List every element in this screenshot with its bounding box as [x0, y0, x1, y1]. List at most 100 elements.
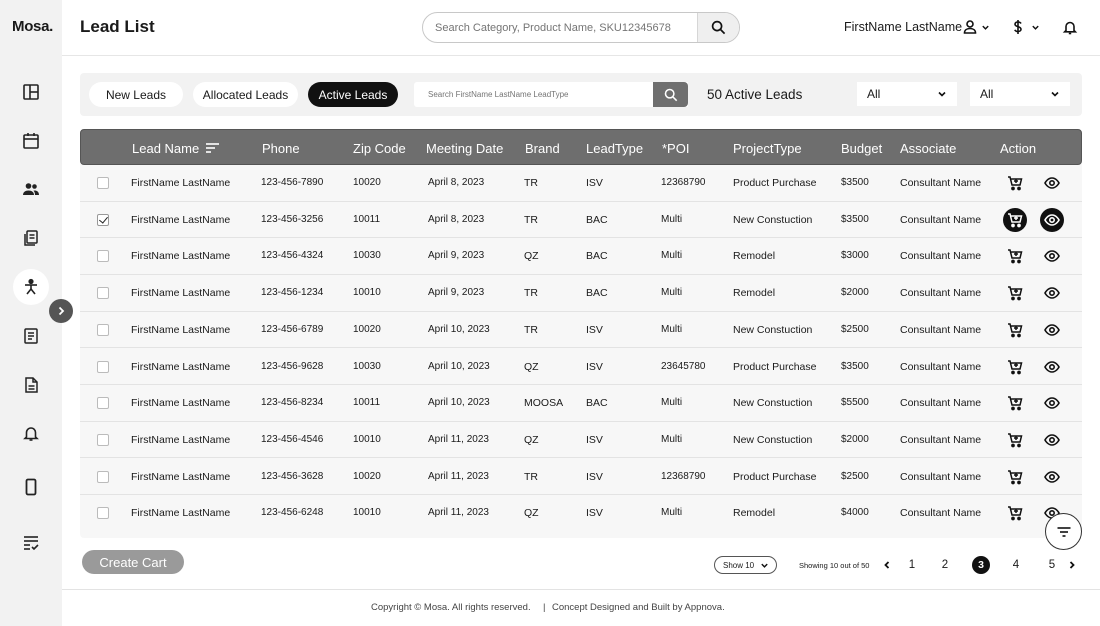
table-row[interactable]: FirstName LastName 123-456-6248 10010 April…: [80, 495, 1082, 532]
lead-table: Lead Name Phone Zip Code Meeting Date Br…: [80, 129, 1082, 538]
tab-new-leads[interactable]: New Leads: [89, 82, 183, 107]
list-icon[interactable]: [16, 321, 46, 351]
add-to-cart-button[interactable]: [1003, 391, 1027, 415]
cell-name: FirstName LastName: [131, 323, 231, 336]
filter-select-2-value: All: [980, 87, 994, 101]
row-checkbox[interactable]: [97, 360, 109, 373]
lead-toolbar: New Leads Allocated Leads Active Leads 5…: [80, 73, 1082, 116]
global-search-input[interactable]: [423, 13, 698, 42]
people-icon[interactable]: [16, 174, 46, 204]
view-lead-button[interactable]: [1040, 355, 1064, 379]
row-checkbox[interactable]: [97, 397, 109, 410]
table-row[interactable]: FirstName LastName 123-456-4546 10010 April…: [80, 422, 1082, 459]
leads-icon[interactable]: [13, 269, 49, 305]
tab-allocated-leads[interactable]: Allocated Leads: [193, 82, 298, 107]
table-row[interactable]: FirstName LastName 123-456-7890 10020 April…: [80, 165, 1082, 202]
cell-phone: 123-456-3628: [261, 470, 324, 482]
calendar-icon[interactable]: [16, 126, 46, 156]
table-row[interactable]: FirstName LastName 123-456-9628 10030 April…: [80, 349, 1082, 385]
mobile-icon[interactable]: [16, 472, 46, 502]
table-row[interactable]: FirstName LastName 123-456-3256 10011 April…: [80, 202, 1082, 239]
chevron-down-icon: [938, 91, 946, 97]
cell-phone: 123-456-6248: [261, 507, 324, 519]
user-menu-button[interactable]: [962, 17, 990, 37]
currency-menu-button[interactable]: [1010, 17, 1040, 37]
row-checkbox[interactable]: [97, 213, 109, 226]
view-lead-button[interactable]: [1040, 207, 1064, 232]
checklist-icon[interactable]: [16, 528, 46, 558]
row-checkbox[interactable]: [97, 323, 109, 336]
cell-zip: 10020: [353, 177, 381, 188]
table-row[interactable]: FirstName LastName 123-456-6789 10020 April…: [80, 312, 1082, 349]
view-lead-button[interactable]: [1040, 244, 1064, 268]
page-5[interactable]: 5: [1042, 556, 1062, 574]
table-row[interactable]: FirstName LastName 123-456-1234 10010 April…: [80, 275, 1082, 312]
cell-budget: $3500: [841, 177, 869, 188]
cell-brand: TR: [524, 287, 538, 300]
add-to-cart-button[interactable]: [1003, 207, 1027, 232]
notifications-button[interactable]: [1062, 17, 1078, 37]
page-3[interactable]: 3: [972, 556, 990, 574]
filter-select-1[interactable]: All: [857, 82, 957, 106]
col-brand: Brand: [525, 141, 560, 156]
page-4[interactable]: 4: [1006, 556, 1026, 574]
dashboard-icon[interactable]: [16, 77, 46, 107]
row-checkbox[interactable]: [97, 250, 109, 263]
row-checkbox[interactable]: [97, 507, 109, 520]
cell-budget: $3500: [841, 360, 869, 372]
cell-phone: 123-456-7890: [261, 177, 324, 188]
cell-project: Remodel: [733, 507, 776, 520]
documents-icon[interactable]: [16, 223, 46, 253]
sort-icon: [206, 143, 220, 153]
cell-type: BAC: [586, 287, 608, 300]
page-1[interactable]: 1: [902, 556, 922, 574]
create-cart-button[interactable]: Create Cart: [82, 550, 184, 574]
col-poi: *POI: [662, 141, 690, 156]
table-row[interactable]: FirstName LastName 123-456-4324 10030 April…: [80, 238, 1082, 275]
tab-active-leads[interactable]: Active Leads: [308, 82, 398, 107]
col-lead-name[interactable]: Lead Name: [132, 141, 220, 156]
add-to-cart-button[interactable]: [1003, 428, 1027, 452]
row-checkbox[interactable]: [97, 470, 109, 483]
file-icon[interactable]: [16, 370, 46, 400]
add-to-cart-button[interactable]: [1003, 281, 1027, 305]
add-to-cart-button[interactable]: [1003, 318, 1027, 342]
col-lead-type: LeadType: [586, 141, 644, 156]
global-search-button[interactable]: [697, 13, 739, 42]
row-checkbox[interactable]: [97, 433, 109, 446]
filter-fab-button[interactable]: [1045, 513, 1082, 550]
row-checkbox[interactable]: [97, 287, 109, 300]
eye-icon: [1044, 323, 1060, 336]
add-to-cart-button[interactable]: [1003, 244, 1027, 268]
add-to-cart-button[interactable]: [1003, 355, 1027, 379]
col-associate: Associate: [900, 141, 957, 156]
lead-search-input[interactable]: [414, 82, 654, 107]
view-lead-button[interactable]: [1040, 428, 1064, 452]
row-checkbox[interactable]: [97, 177, 109, 189]
view-lead-button[interactable]: [1040, 171, 1064, 195]
page-size-select[interactable]: Show 10: [714, 556, 777, 574]
page-2[interactable]: 2: [935, 556, 955, 574]
next-page-icon[interactable]: [1067, 560, 1077, 570]
add-to-cart-button[interactable]: [1003, 171, 1027, 195]
add-to-cart-button[interactable]: [1003, 465, 1027, 489]
cell-name: FirstName LastName: [131, 250, 231, 263]
prev-page-icon[interactable]: [882, 560, 892, 570]
view-lead-button[interactable]: [1040, 391, 1064, 415]
view-lead-button[interactable]: [1040, 465, 1064, 489]
cell-brand: QZ: [524, 433, 539, 446]
add-to-cart-button[interactable]: [1003, 501, 1027, 525]
view-lead-button[interactable]: [1040, 318, 1064, 342]
cart-icon: [1008, 212, 1023, 228]
cell-phone: 123-456-8234: [261, 397, 324, 409]
cell-poi: Multi: [661, 507, 683, 519]
cell-poi: 12368790: [661, 470, 706, 482]
table-row[interactable]: FirstName LastName 123-456-8234 10011 April…: [80, 385, 1082, 422]
view-lead-button[interactable]: [1040, 281, 1064, 305]
table-row[interactable]: FirstName LastName 123-456-3628 10020 April…: [80, 459, 1082, 496]
cell-associate: Consultant Name: [900, 470, 982, 483]
filter-select-2[interactable]: All: [970, 82, 1070, 106]
sidebar-expand-button[interactable]: [49, 299, 73, 323]
lead-search-button[interactable]: [653, 82, 688, 107]
bell-icon[interactable]: [16, 418, 46, 448]
